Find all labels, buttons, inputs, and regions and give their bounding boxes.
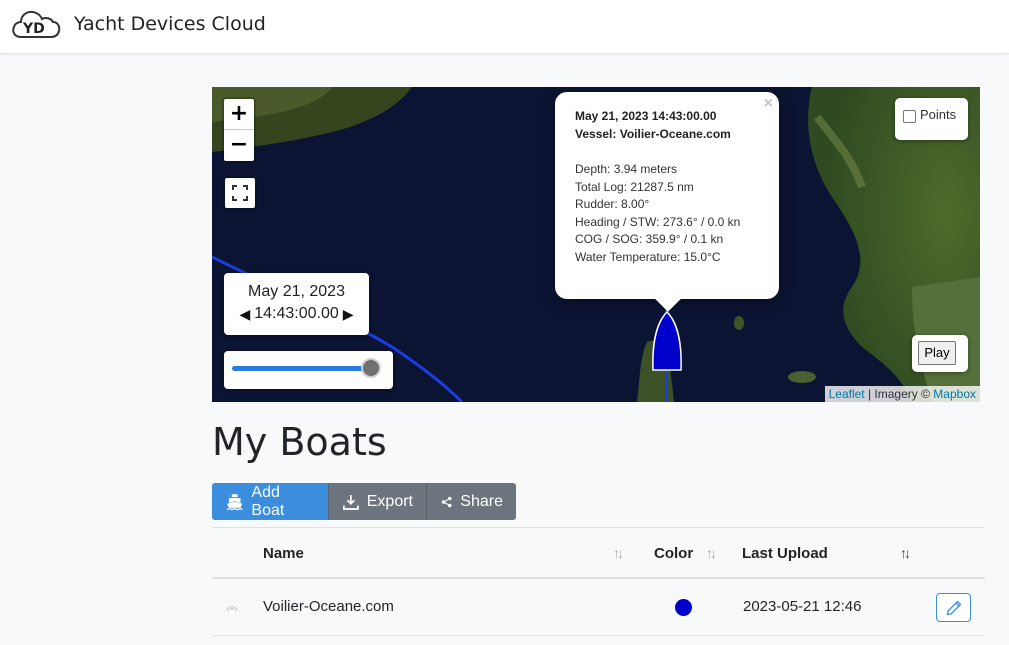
- table-row[interactable]: ︽ Voilier-Oceane.com 2023-05-21 12:46: [212, 579, 985, 636]
- zoom-out-button[interactable]: −: [224, 129, 254, 159]
- popup-vessel: Vessel: Voilier-Oceane.com: [575, 126, 731, 141]
- sort-last-upload-icon[interactable]: ↑↓: [900, 545, 911, 561]
- play-button[interactable]: Play: [918, 341, 956, 365]
- column-header-color[interactable]: Color: [654, 545, 693, 562]
- time-control: May 21, 2023 ◀ 14:43:00.00 ▶: [224, 273, 369, 335]
- column-header-last-upload[interactable]: Last Upload: [742, 545, 828, 562]
- points-checkbox[interactable]: [903, 110, 916, 123]
- app-title[interactable]: Yacht Devices Cloud: [74, 13, 266, 35]
- download-icon: [343, 494, 359, 510]
- top-navbar: YD Yacht Devices Cloud: [0, 0, 1009, 54]
- share-button[interactable]: Share: [426, 483, 516, 520]
- cloud-logo-icon: YD: [12, 10, 61, 38]
- ship-icon: [226, 493, 243, 511]
- play-control: Play: [912, 335, 968, 372]
- points-toggle[interactable]: Points: [895, 98, 968, 140]
- popup-line-water-temp: Water Temperature: 15.0°C: [575, 249, 721, 264]
- add-boat-button[interactable]: Add Boat: [212, 483, 328, 520]
- fullscreen-button[interactable]: [223, 176, 257, 210]
- popup-line-rudder: Rudder: 8.00°: [575, 197, 650, 211]
- expand-row-icon[interactable]: ︽: [226, 597, 238, 614]
- map-view[interactable]: + − May 21, 2023 ◀ 14:43:00.00 ▶ × May 2…: [212, 87, 980, 402]
- page-title: My Boats: [212, 420, 387, 464]
- popup-line-cog: COG / SOG: 359.9° / 0.1 kn: [575, 232, 724, 246]
- edit-boat-button[interactable]: [936, 593, 971, 622]
- attribution-separator: | Imagery ©: [864, 387, 934, 401]
- slider-track[interactable]: [232, 366, 372, 371]
- boat-color-swatch: [675, 599, 692, 616]
- timeline-slider[interactable]: [224, 351, 393, 389]
- map-attribution: Leaflet | Imagery © Mapbox: [824, 386, 980, 402]
- time-control-time: 14:43:00.00: [254, 305, 339, 322]
- boat-last-upload: 2023-05-21 12:46: [743, 598, 862, 615]
- column-header-name[interactable]: Name: [263, 545, 304, 562]
- pencil-icon: [946, 600, 961, 615]
- time-control-date: May 21, 2023: [248, 283, 345, 300]
- leaflet-link[interactable]: Leaflet: [829, 387, 865, 401]
- logo-text: YD: [22, 21, 45, 37]
- vessel-info-popup: × May 21, 2023 14:43:00.00 Vessel: Voili…: [555, 92, 779, 312]
- add-boat-label: Add Boat: [251, 483, 285, 519]
- popup-line-total-log: Total Log: 21287.5 nm: [575, 179, 694, 194]
- share-icon: [441, 496, 452, 507]
- popup-datetime: May 21, 2023 14:43:00.00: [575, 109, 717, 123]
- export-label: Export: [366, 492, 413, 510]
- fullscreen-icon: [232, 185, 248, 201]
- export-button[interactable]: Export: [328, 483, 426, 520]
- zoom-control: + −: [222, 97, 256, 163]
- popup-line-depth: Depth: 3.94 meters: [575, 162, 678, 176]
- points-label: Points: [920, 107, 957, 122]
- next-step-icon[interactable]: ▶: [343, 306, 354, 323]
- boat-actions-toolbar: Add Boat Export Share: [212, 483, 516, 520]
- share-label: Share: [460, 492, 503, 510]
- popup-line-heading: Heading / STW: 273.6° / 0.0 kn: [575, 214, 741, 229]
- sort-name-icon[interactable]: ↑↓: [613, 545, 624, 561]
- slider-thumb[interactable]: [361, 358, 381, 378]
- boats-table: Name ↑↓ Color ↑↓ Last Upload ↑↓ ︽ Voilie…: [212, 527, 985, 636]
- boat-name[interactable]: Voilier-Oceane.com: [263, 598, 394, 615]
- yd-logo[interactable]: YD: [11, 8, 61, 40]
- prev-step-icon[interactable]: ◀: [239, 306, 250, 323]
- table-header: Name ↑↓ Color ↑↓ Last Upload ↑↓: [212, 527, 985, 579]
- close-icon[interactable]: ×: [764, 95, 773, 113]
- mapbox-link[interactable]: Mapbox: [933, 387, 976, 401]
- sort-color-icon[interactable]: ↑↓: [706, 545, 717, 561]
- zoom-in-button[interactable]: +: [224, 99, 254, 129]
